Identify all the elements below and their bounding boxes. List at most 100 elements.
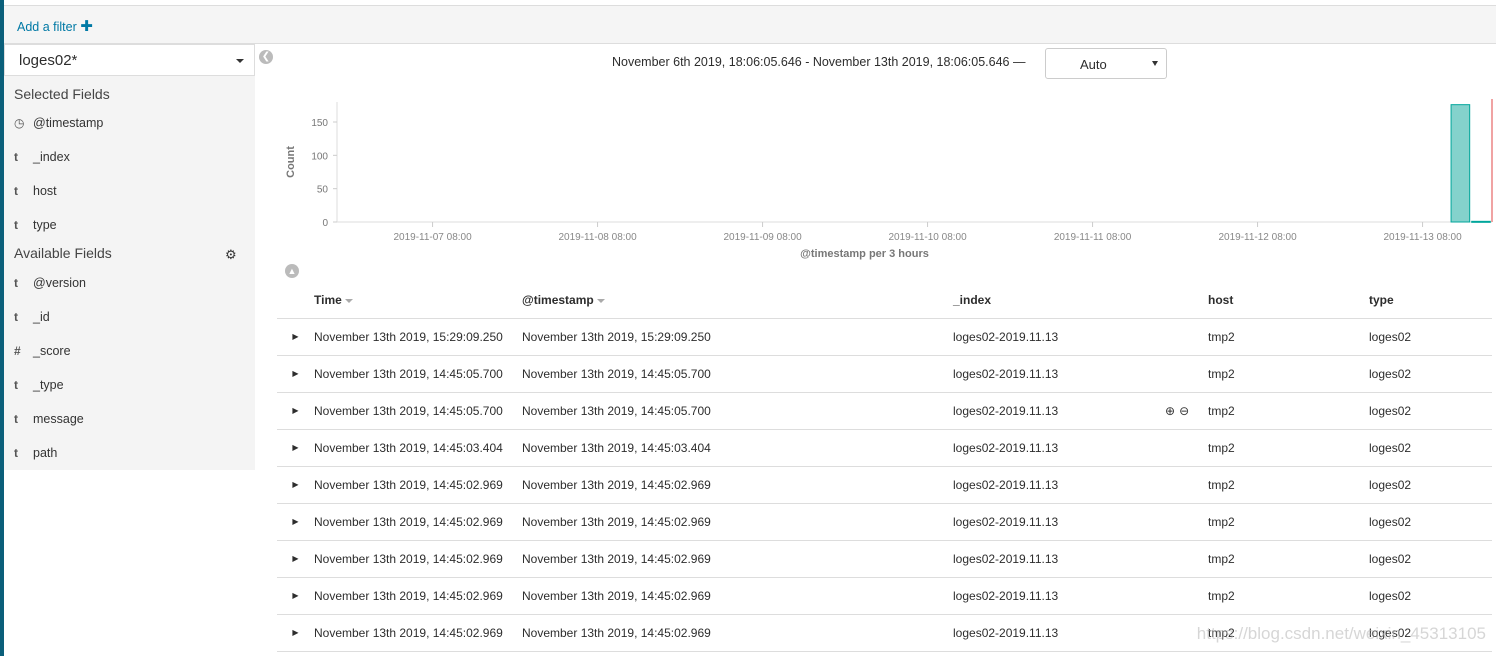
table-row[interactable]: ▶ November 13th 2019, 14:45:02.969 Novembe… (277, 577, 1492, 615)
selected-fields-heading: Selected Fields (14, 86, 110, 102)
plus-icon: ✚ (80, 18, 93, 35)
table-row[interactable]: ▶ November 13th 2019, 15:29:09.250 Novembe… (277, 318, 1492, 356)
filter-for-value-icon[interactable]: ⊕ (1165, 404, 1175, 418)
column-header-type[interactable]: type (1369, 283, 1492, 319)
cell-time: November 13th 2019, 14:45:02.969 (314, 614, 522, 652)
cell-type: loges02 (1369, 429, 1492, 467)
sort-icon[interactable] (596, 299, 605, 304)
cell-index: loges02-2019.11.13 (953, 318, 1208, 356)
table-row[interactable]: ▶ November 13th 2019, 14:45:02.969 Novembe… (277, 503, 1492, 541)
gear-icon[interactable]: ⚙ (225, 247, 237, 263)
cell-time: November 13th 2019, 14:45:02.969 (314, 503, 522, 541)
string-type-icon: t (14, 446, 18, 460)
cell-time: November 13th 2019, 14:45:02.969 (314, 466, 522, 504)
cell-time: November 13th 2019, 14:45:05.700 (314, 392, 522, 430)
table-row[interactable]: ▶ November 13th 2019, 14:45:02.969 Novembe… (277, 466, 1492, 504)
field-timestamp[interactable]: ◷ @timestamp (14, 116, 103, 136)
string-type-icon: t (14, 184, 18, 198)
table-row[interactable]: ▶ November 13th 2019, 14:45:05.700 Novembe… (277, 355, 1492, 393)
x-axis-label: @timestamp per 3 hours (800, 248, 929, 260)
cell-type: loges02 (1369, 614, 1492, 652)
cell-timestamp: November 13th 2019, 14:45:02.969 (522, 466, 953, 504)
expand-row-icon[interactable]: ▶ (277, 318, 314, 356)
clock-icon: ◷ (14, 116, 25, 130)
cell-index: loges02-2019.11.13 (953, 540, 1208, 578)
string-type-icon: t (14, 412, 18, 426)
field-label: _id (33, 310, 50, 324)
cell-host: tmp2 (1208, 429, 1369, 467)
string-type-icon: t (14, 218, 18, 232)
cell-type: loges02 (1369, 318, 1492, 356)
field-version[interactable]: t @version (14, 276, 86, 296)
expand-row-icon[interactable]: ▶ (277, 466, 314, 504)
y-tick-label: 150 (311, 118, 328, 129)
add-filter-button[interactable]: Add a filter ✚ (17, 17, 93, 35)
expand-row-icon[interactable]: ▶ (277, 355, 314, 393)
field-type[interactable]: t _type (14, 378, 64, 398)
interval-select[interactable]: Auto (1045, 48, 1167, 79)
cell-time: November 13th 2019, 14:45:03.404 (314, 429, 522, 467)
cell-type: loges02 (1369, 540, 1492, 578)
cell-host: tmp2 (1208, 614, 1369, 652)
cell-time: November 13th 2019, 14:45:05.700 (314, 355, 522, 393)
expand-column-header (277, 283, 314, 319)
histogram-bar (1471, 220, 1491, 223)
index-pattern-value: loges02* (19, 52, 78, 69)
histogram-chart: 0 50 100 150 2019-11-07 08:00 2019-11-08 08:0… (285, 99, 1493, 260)
field-type[interactable]: t type (14, 218, 57, 238)
x-tick-label: 2019-11-12 08:00 (1218, 232, 1297, 243)
field-index[interactable]: t _index (14, 150, 70, 170)
field-label: _type (33, 378, 64, 392)
cell-host: tmp2 (1208, 577, 1369, 615)
number-type-icon: # (14, 344, 21, 358)
expand-row-icon[interactable]: ▶ (277, 429, 314, 467)
sort-icon[interactable] (344, 299, 353, 304)
expand-row-icon[interactable]: ▶ (277, 392, 314, 430)
cell-index: ⊕ ⊖ loges02-2019.11.13 (953, 392, 1208, 430)
field-host[interactable]: t host (14, 184, 57, 204)
column-header-timestamp[interactable]: @timestamp (522, 283, 953, 319)
column-header-time[interactable]: Time (314, 283, 522, 319)
cell-type: loges02 (1369, 466, 1492, 504)
expand-row-icon[interactable]: ▶ (277, 503, 314, 541)
filter-bar: Add a filter ✚ (4, 6, 1496, 44)
cell-index: loges02-2019.11.13 (953, 577, 1208, 615)
time-range: November 6th 2019, 18:06:05.646 - Novemb… (612, 55, 1026, 69)
table-header-row: Time @timestamp _index host type (277, 283, 1492, 319)
collapse-chart-icon[interactable]: ▲ (285, 264, 299, 278)
y-tick-label: 50 (317, 185, 329, 196)
cell-timestamp: November 13th 2019, 14:45:03.404 (522, 429, 953, 467)
expand-row-icon[interactable]: ▶ (277, 577, 314, 615)
field-path[interactable]: t path (14, 446, 57, 466)
string-type-icon: t (14, 150, 18, 164)
field-id[interactable]: t _id (14, 310, 50, 330)
column-header-host[interactable]: host (1208, 283, 1369, 319)
cell-host: tmp2 (1208, 503, 1369, 541)
expand-row-icon[interactable]: ▶ (277, 540, 314, 578)
x-tick-label: 2019-11-07 08:00 (393, 232, 472, 243)
cell-type: loges02 (1369, 503, 1492, 541)
y-tick-label: 100 (311, 151, 328, 162)
index-pattern-select[interactable]: loges02* (4, 44, 255, 76)
cell-timestamp: November 13th 2019, 14:45:02.969 (522, 614, 953, 652)
field-message[interactable]: t message (14, 412, 84, 432)
collapse-sidebar-icon[interactable]: ❮ (259, 50, 273, 64)
cell-time: November 13th 2019, 15:29:09.250 (314, 318, 522, 356)
field-label: host (33, 184, 57, 198)
filter-out-value-icon[interactable]: ⊖ (1179, 404, 1189, 418)
expand-row-icon[interactable]: ▶ (277, 614, 314, 652)
add-filter-label: Add a filter (17, 20, 77, 34)
table-row[interactable]: ▶ November 13th 2019, 14:45:03.404 Novembe… (277, 429, 1492, 467)
cell-timestamp: November 13th 2019, 14:45:02.969 (522, 503, 953, 541)
string-type-icon: t (14, 378, 18, 392)
column-header-index[interactable]: _index (953, 283, 1208, 319)
field-score[interactable]: # _score (14, 344, 71, 364)
interval-value: Auto (1080, 57, 1107, 72)
string-type-icon: t (14, 310, 18, 324)
string-type-icon: t (14, 276, 18, 290)
table-row[interactable]: ▶ November 13th 2019, 14:45:02.969 Novembe… (277, 540, 1492, 578)
cell-time: November 13th 2019, 14:45:02.969 (314, 540, 522, 578)
table-row[interactable]: ▶ November 13th 2019, 14:45:05.700 Novembe… (277, 392, 1492, 430)
table-row[interactable]: ▶ November 13th 2019, 14:45:02.969 Novembe… (277, 614, 1492, 652)
cell-timestamp: November 13th 2019, 15:29:09.250 (522, 318, 953, 356)
